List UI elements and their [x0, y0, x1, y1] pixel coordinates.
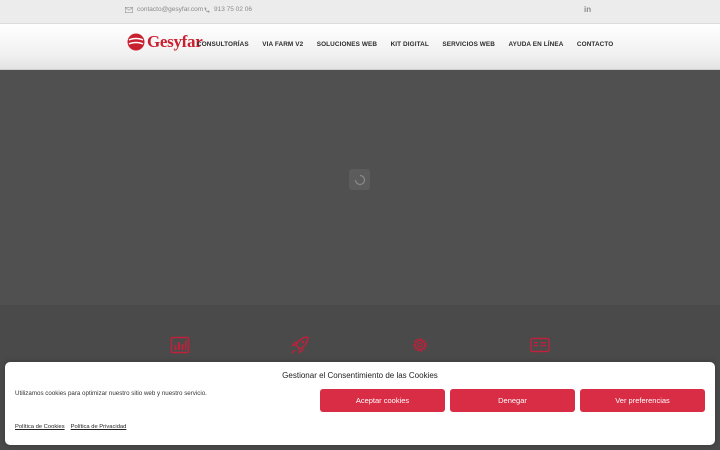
main-nav: CONSULTORÍAS VIA FARM V2 SOLUCIONES WEB …: [197, 41, 613, 48]
site-header: Gesyfar CONSULTORÍAS VIA FARM V2 SOLUCIO…: [0, 24, 720, 70]
privacy-policy-link[interactable]: Política de Privacidad: [71, 424, 127, 430]
rocket-icon[interactable]: [289, 334, 311, 356]
view-preferences-button[interactable]: Ver preferencias: [580, 389, 705, 412]
nav-soluciones-web[interactable]: SOLUCIONES WEB: [317, 41, 377, 48]
nav-consultorias[interactable]: CONSULTORÍAS: [197, 41, 249, 48]
id-card-icon[interactable]: [529, 334, 551, 356]
cookie-policy-link[interactable]: Política de Cookies: [15, 424, 65, 430]
email-contact[interactable]: contacto@gesyfar.com: [125, 6, 203, 13]
accept-cookies-button[interactable]: Aceptar cookies: [320, 389, 445, 412]
linkedin-icon[interactable]: in: [584, 5, 591, 14]
deny-cookies-button[interactable]: Denegar: [450, 389, 575, 412]
nav-servicios-web[interactable]: SERVICIOS WEB: [442, 41, 495, 48]
phone-contact[interactable]: 913 75 02 06: [204, 6, 252, 13]
cookie-message: Utilizamos cookies para optimizar nuestr…: [15, 390, 207, 397]
gear-icon[interactable]: [409, 334, 431, 356]
logo-wordmark: Gesyfar: [147, 32, 203, 51]
email-text: contacto@gesyfar.com: [137, 6, 204, 13]
logo-mark-icon: [127, 33, 145, 51]
nav-via-farm-v2[interactable]: VIA FARM V2: [262, 41, 303, 48]
nav-kit-digital[interactable]: KIT DIGITAL: [391, 41, 429, 48]
spinner-icon: [354, 174, 365, 185]
cookie-title: Gestionar el Consentimiento de las Cooki…: [282, 371, 438, 380]
logo[interactable]: Gesyfar: [127, 32, 203, 52]
cookie-consent-banner: Gestionar el Consentimiento de las Cooki…: [5, 362, 715, 445]
nav-ayuda-en-linea[interactable]: AYUDA EN LÍNEA: [509, 41, 564, 48]
bar-chart-icon[interactable]: [169, 334, 191, 356]
top-bar: contacto@gesyfar.com 913 75 02 06 in: [0, 0, 720, 24]
loading-spinner: [349, 169, 370, 190]
envelope-icon: [125, 6, 133, 13]
phone-text: 913 75 02 06: [214, 6, 252, 13]
cookie-policy-links: Política de Cookies Política de Privacid…: [15, 424, 126, 430]
nav-contacto[interactable]: CONTACTO: [577, 41, 613, 48]
phone-icon: [204, 7, 210, 13]
